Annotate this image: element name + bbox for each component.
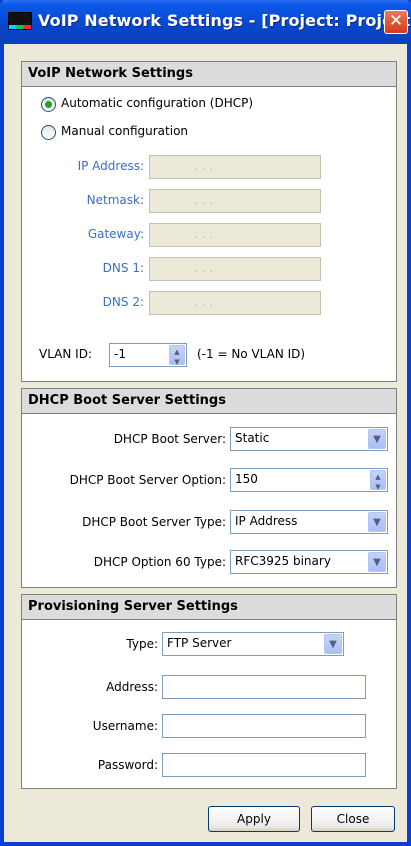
dns2-label: DNS 2:	[102, 295, 144, 309]
dhcp-option-60-type-select[interactable]: RFC3925 binary ▼	[230, 550, 388, 574]
dhcp-boot-server-label: DHCP Boot Server:	[113, 432, 226, 446]
dhcp-section-header: DHCP Boot Server Settings	[22, 389, 396, 414]
vlan-id-label: VLAN ID:	[39, 347, 92, 361]
radio-manual-configuration[interactable]	[41, 125, 56, 140]
close-window-button[interactable]: ✕	[384, 10, 408, 34]
dhcp-boot-server-value: Static	[235, 431, 270, 445]
provisioning-type-value: FTP Server	[167, 636, 232, 650]
spinner-arrows-icon[interactable]: ▲ ▼	[370, 470, 386, 491]
apply-button[interactable]: Apply	[208, 806, 300, 832]
dns1-label: DNS 1:	[102, 261, 144, 275]
ip-address-field: . . .	[149, 155, 321, 179]
vlan-id-hint: (-1 = No VLAN ID)	[197, 347, 306, 361]
dhcp-boot-server-type-label: DHCP Boot Server Type:	[82, 515, 226, 529]
ip-address-label: IP Address:	[77, 159, 144, 173]
gateway-label: Gateway:	[87, 227, 144, 241]
close-icon: ✕	[388, 11, 404, 31]
chevron-down-icon[interactable]: ▼	[368, 512, 386, 532]
chevron-down-icon[interactable]: ▼	[368, 552, 386, 572]
dhcp-boot-server-option-spinner[interactable]: 150 ▲ ▼	[230, 468, 388, 492]
dhcp-boot-server-select[interactable]: Static ▼	[230, 427, 388, 451]
dhcp-boot-server-option-value: 150	[235, 472, 258, 486]
username-input[interactable]	[162, 714, 366, 738]
gateway-field: . . .	[149, 223, 321, 247]
dhcp-option-60-type-value: RFC3925 binary	[235, 554, 331, 568]
dhcp-option-60-type-label: DHCP Option 60 Type:	[93, 555, 226, 569]
netmask-field: . . .	[149, 189, 321, 213]
vlan-id-value: -1	[114, 347, 126, 361]
provisioning-type-label: Type:	[126, 637, 158, 651]
address-label: Address:	[106, 680, 158, 694]
dhcp-boot-server-group: DHCP Boot Server Settings DHCP Boot Serv…	[21, 388, 397, 588]
provisioning-type-select[interactable]: FTP Server ▼	[162, 632, 344, 656]
window-title: VoIP Network Settings - [Project: Projec…	[38, 11, 411, 30]
chevron-down-icon[interactable]: ▼	[368, 429, 386, 449]
password-label: Password:	[97, 758, 158, 772]
address-input[interactable]	[162, 675, 366, 699]
voip-section-header: VoIP Network Settings	[22, 62, 396, 87]
close-button[interactable]: Close	[311, 806, 395, 832]
provisioning-section-header: Provisioning Server Settings	[22, 595, 396, 620]
dns2-field: . . .	[149, 291, 321, 315]
password-input[interactable]	[162, 753, 366, 777]
radio-manual-label[interactable]: Manual configuration	[61, 124, 188, 138]
spinner-arrows-icon[interactable]: ▲ ▼	[169, 345, 185, 366]
chevron-down-icon[interactable]: ▼	[324, 634, 342, 654]
radio-automatic-label[interactable]: Automatic configuration (DHCP)	[61, 96, 253, 110]
dns1-field: . . .	[149, 257, 321, 281]
dhcp-boot-server-type-select[interactable]: IP Address ▼	[230, 510, 388, 534]
dhcp-boot-server-option-label: DHCP Boot Server Option:	[69, 473, 226, 487]
netmask-label: Netmask:	[86, 193, 144, 207]
provisioning-server-group: Provisioning Server Settings Type: FTP S…	[21, 594, 397, 789]
vlan-id-spinner[interactable]: -1 ▲ ▼	[109, 343, 187, 367]
app-icon	[8, 12, 32, 30]
username-label: Username:	[92, 719, 158, 733]
title-bar[interactable]: VoIP Network Settings - [Project: Projec…	[0, 0, 411, 44]
radio-automatic-dhcp[interactable]	[41, 97, 56, 112]
dhcp-boot-server-type-value: IP Address	[235, 514, 298, 528]
voip-network-settings-group: VoIP Network Settings Automatic configur…	[21, 61, 397, 382]
dialog-window: VoIP Network Settings - [Project: Projec…	[0, 0, 411, 846]
